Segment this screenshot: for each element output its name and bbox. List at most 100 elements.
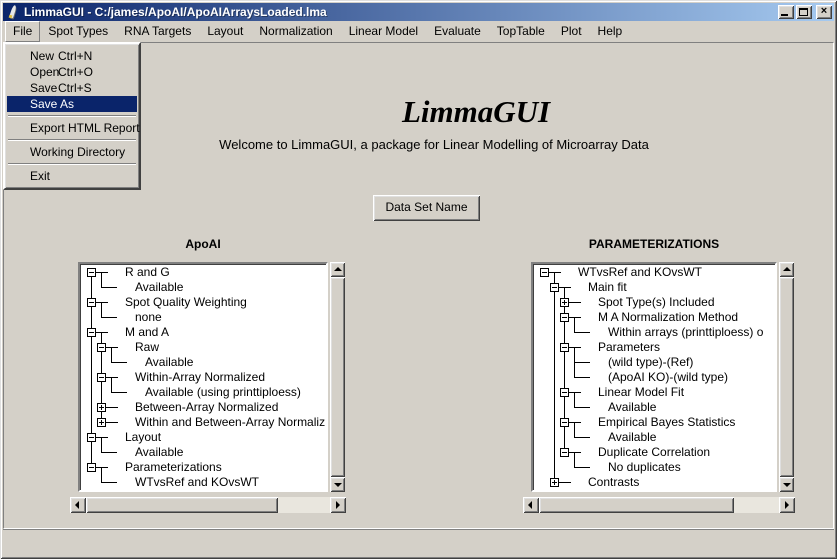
tree-node-label[interactable]: Duplicate Correlation [598,445,710,460]
menu-item-evaluate[interactable]: Evaluate [426,21,489,42]
menu-option-save-as[interactable]: Save As [7,96,137,112]
menu-item-toptable[interactable]: TopTable [489,21,553,42]
tree-node-label[interactable]: R and G [125,265,170,280]
tree-node-label[interactable]: Available [135,280,183,295]
tree-row: WTvsRef and KOvsWT [534,265,774,280]
menu-item-file[interactable]: File [5,21,40,42]
scroll-left-button[interactable] [70,497,86,513]
menu-option-exit[interactable]: Exit [7,168,137,184]
tree-node-label[interactable]: Within-Array Normalized [135,370,265,385]
tree-node-label[interactable]: Contrasts [588,475,639,489]
tree-node-label[interactable]: No duplicates [608,460,681,475]
tree-node-label[interactable]: WTvsRef and KOvsWT [135,475,259,489]
tree-node-label[interactable]: Within and Between-Array Normalized [135,415,325,430]
tree-node-label[interactable]: Available (using printtiploess) [145,385,301,400]
tree-row: WTvsRef and KOvsWT [81,475,325,489]
tree-connector-line [564,355,565,370]
tree-node-label[interactable]: Main fit [588,280,627,295]
tree-node-label[interactable]: M A Normalization Method [598,310,738,325]
scrollbar-thumb[interactable] [779,277,794,477]
tree-connector-line [564,430,565,445]
menu-item-layout[interactable]: Layout [199,21,251,42]
right-tree-vertical-scrollbar[interactable] [779,262,794,492]
scroll-down-button[interactable] [779,477,794,492]
scroll-up-button[interactable] [779,262,794,277]
tree-node-label[interactable]: Empirical Bayes Statistics [598,415,735,430]
menu-option-save[interactable]: SaveCtrl+S [7,80,137,96]
tree-node-label[interactable]: (ApoAI KO)-(wild type) [608,370,728,385]
titlebar[interactable]: LimmaGUI - C:/james/ApoAI/ApoAIArraysLoa… [3,3,834,21]
collapse-minus-icon[interactable] [550,283,559,292]
close-button[interactable]: × [816,5,832,19]
scroll-right-button[interactable] [330,497,346,513]
tree-connector-line [554,385,555,400]
menu-item-plot[interactable]: Plot [553,21,590,42]
menu-item-spot-types[interactable]: Spot Types [40,21,116,42]
menu-item-rna-targets[interactable]: RNA Targets [116,21,199,42]
expand-plus-icon[interactable] [97,403,106,412]
scroll-down-button[interactable] [330,477,345,492]
scrollbar-thumb[interactable] [539,497,734,513]
scrollbar-thumb[interactable] [86,497,278,513]
tree-node-label[interactable]: Spot Quality Weighting [125,295,247,310]
tree-node-label[interactable]: Available [608,430,656,445]
tree-node-label[interactable]: Parameterizations [125,460,222,475]
collapse-minus-icon[interactable] [97,343,106,352]
expand-plus-icon[interactable] [97,418,106,427]
status-tree-canvas[interactable]: R and GAvailableSpot Quality Weightingno… [78,262,328,492]
collapse-minus-icon[interactable] [540,268,549,277]
scroll-up-button[interactable] [330,262,345,277]
menu-accelerator: Ctrl+S [58,80,92,96]
tree-node-label[interactable]: Raw [135,340,159,355]
tree-connector-line [554,415,555,430]
data-set-name-button[interactable]: Data Set Name [373,195,480,221]
tree-node-label[interactable]: WTvsRef and KOvsWT [578,265,702,280]
tree-connector-line [101,385,102,400]
collapse-minus-icon[interactable] [87,268,96,277]
collapse-minus-icon[interactable] [97,373,106,382]
left-tree-horizontal-scrollbar[interactable] [70,497,346,513]
tree-node-label[interactable]: Parameters [598,340,660,355]
minimize-button[interactable] [778,5,794,19]
menu-item-help[interactable]: Help [590,21,631,42]
expand-plus-icon[interactable] [550,478,559,487]
tree-node-label[interactable]: Available [135,445,183,460]
collapse-minus-icon[interactable] [560,388,569,397]
collapse-minus-icon[interactable] [560,418,569,427]
tree-node-label[interactable]: Within arrays (printtiploess) o [608,325,763,340]
tree-node-label[interactable]: none [135,310,162,325]
collapse-minus-icon[interactable] [560,313,569,322]
tree-row: Parameters [534,340,774,355]
right-tree-horizontal-scrollbar[interactable] [523,497,795,513]
collapse-minus-icon[interactable] [560,343,569,352]
tree-node-label[interactable]: Available [145,355,193,370]
tree-node-label[interactable]: Available [608,400,656,415]
expand-plus-icon[interactable] [560,298,569,307]
collapse-minus-icon[interactable] [87,298,96,307]
collapse-minus-icon[interactable] [87,328,96,337]
tree-node-label[interactable]: Between-Array Normalized [135,400,278,415]
menu-item-linear-model[interactable]: Linear Model [341,21,426,42]
menu-option-new[interactable]: NewCtrl+N [7,48,137,64]
collapse-minus-icon[interactable] [560,448,569,457]
menu-option-export-html-report[interactable]: Export HTML Report [7,120,137,136]
scrollbar-thumb[interactable] [330,277,345,477]
maximize-button[interactable] [796,5,812,19]
tree-connector-line [554,430,555,445]
tree-node-label[interactable]: M and A [125,325,169,340]
tree-node-label[interactable]: Layout [125,430,161,445]
scroll-right-button[interactable] [779,497,795,513]
collapse-minus-icon[interactable] [87,463,96,472]
menu-option-working-directory[interactable]: Working Directory [7,144,137,160]
menu-item-normalization[interactable]: Normalization [251,21,340,42]
menu-option-open[interactable]: OpenCtrl+O [7,64,137,80]
tree-node-label[interactable]: Spot Type(s) Included [598,295,715,310]
left-tree-vertical-scrollbar[interactable] [330,262,345,492]
collapse-minus-icon[interactable] [87,433,96,442]
tree-node-label[interactable]: (wild type)-(Ref) [608,355,693,370]
scroll-left-button[interactable] [523,497,539,513]
tree-connector-line [101,437,102,445]
parameterizations-tree-canvas[interactable]: WTvsRef and KOvsWTMain fitSpot Type(s) I… [531,262,777,492]
tree-connector-line [91,340,92,355]
tree-node-label[interactable]: Linear Model Fit [598,385,684,400]
